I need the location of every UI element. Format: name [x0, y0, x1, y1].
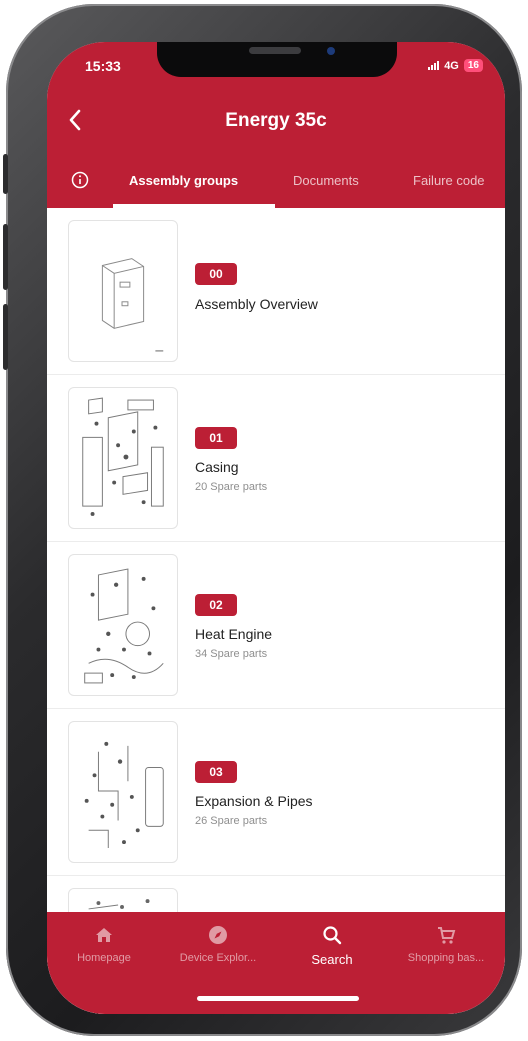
group-number-badge: 03 — [195, 761, 237, 783]
tab-info[interactable] — [71, 171, 89, 189]
assembly-thumbnail — [68, 220, 178, 362]
screen: 15:33 4G 16 Energy 35c Assembly groups D… — [47, 42, 505, 1014]
nav-homepage[interactable]: Homepage — [47, 924, 161, 964]
nav-label: Homepage — [77, 952, 131, 964]
pipes-drawing — [84, 741, 164, 848]
compass-icon — [209, 926, 227, 944]
cart-icon — [438, 927, 456, 944]
spare-parts-count: 26 Spare parts — [195, 815, 268, 827]
home-indicator[interactable] — [197, 996, 359, 1001]
page-title: Energy 35c — [225, 110, 327, 131]
list-item[interactable]: 02 Heat Engine 34 Spare parts — [47, 542, 505, 709]
spare-parts-count: 34 Spare parts — [195, 648, 268, 660]
group-name: Casing — [195, 459, 239, 475]
volume-down-button — [3, 304, 8, 370]
phone-frame: 15:33 4G 16 Energy 35c Assembly groups D… — [3, 4, 522, 1036]
volume-up-button — [3, 224, 8, 290]
spare-parts-count: 20 Spare parts — [195, 481, 268, 493]
tab-bar: Assembly groups Documents Failure code — [47, 164, 505, 208]
nav-label: Shopping bas... — [407, 952, 485, 964]
status-time: 15:33 — [85, 58, 121, 74]
network-label: 4G — [444, 59, 459, 72]
nav-label: Device Explor... — [179, 952, 257, 964]
list-item[interactable]: 00 Assembly Overview — [47, 208, 505, 375]
nav-label: Search — [311, 952, 353, 967]
tab-failure-codes[interactable]: Failure code — [413, 173, 485, 188]
info-circle-icon — [71, 171, 89, 189]
speaker-grille — [249, 47, 301, 54]
group-number-badge: 01 — [195, 427, 237, 449]
nav-device-explorer[interactable]: Device Explor... — [161, 924, 275, 964]
signal-icon — [428, 61, 440, 70]
assembly-thumbnail — [68, 554, 178, 696]
search-icon — [323, 926, 342, 945]
list-item[interactable]: 03 Expansion & Pipes 26 Spare parts — [47, 709, 505, 876]
notch — [157, 42, 397, 77]
assembly-group-list: 00 Assembly Overview 01 Casing 20 Spare … — [47, 208, 505, 1014]
group-number-badge: 02 — [195, 594, 237, 616]
group-name: Assembly Overview — [195, 296, 318, 312]
nav-shopping-basket[interactable]: Shopping bas... — [389, 924, 503, 964]
nav-search[interactable]: Search — [275, 924, 389, 967]
group-name: Expansion & Pipes — [195, 793, 313, 809]
list-item[interactable]: 01 Casing 20 Spare parts — [47, 375, 505, 542]
mute-switch — [3, 154, 8, 194]
heat-engine-drawing — [84, 568, 164, 684]
front-camera — [327, 47, 335, 55]
assembly-thumbnail — [68, 721, 178, 863]
tab-documents[interactable]: Documents — [293, 173, 359, 188]
app-header: 15:33 4G 16 Energy 35c Assembly groups D… — [47, 42, 505, 208]
group-name: Heat Engine — [195, 626, 273, 642]
battery-icon: 16 — [463, 59, 483, 72]
tab-assembly-groups[interactable]: Assembly groups — [129, 173, 238, 188]
casing-exploded-drawing — [82, 397, 164, 516]
home-icon — [96, 928, 112, 942]
boiler-drawing — [101, 258, 164, 352]
assembly-thumbnail — [68, 387, 178, 529]
status-indicators: 4G 16 — [428, 59, 483, 72]
bottom-navigation: Homepage Device Explor... Search Shoppin… — [47, 912, 505, 1014]
group-number-badge: 00 — [195, 263, 237, 285]
